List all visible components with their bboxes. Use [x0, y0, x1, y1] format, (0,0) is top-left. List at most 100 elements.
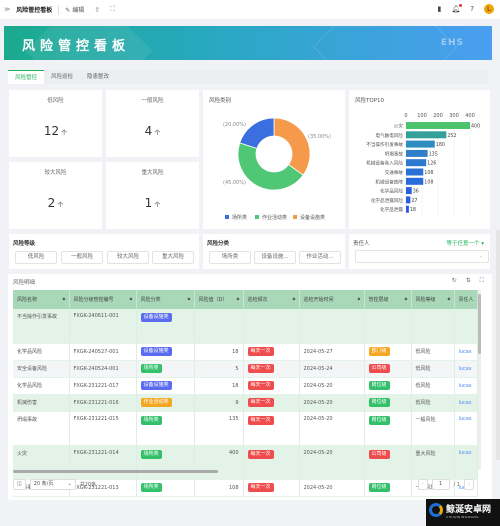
sort-icon[interactable]: ◆ [129, 296, 132, 301]
cell-level [411, 309, 455, 344]
owner-link[interactable]: lucas [459, 416, 472, 422]
prev-page-button[interactable]: ‹ [417, 479, 428, 490]
tab-risk-inspection[interactable]: 风险巡检 [44, 70, 80, 84]
cell-value: 400 [194, 445, 244, 480]
owner-link[interactable]: lucas [459, 349, 472, 355]
filter-option-general[interactable]: 一般风险 [61, 251, 103, 264]
table-horizontal-scrollbar[interactable] [13, 470, 218, 473]
match-mode-dropdown[interactable]: 等于任意一个 ▾ [446, 239, 484, 247]
sort-icon[interactable]: ◆ [357, 296, 360, 301]
filter-option-operation[interactable]: 作业活动... [299, 251, 341, 264]
table-row[interactable]: 化学品风险 FXGK-231221-017 设备设施类 18 每天一次 2024-05-2… [13, 377, 478, 395]
page-input[interactable]: 1 [431, 479, 450, 490]
filter-option-equipment[interactable]: 设备设施... [254, 251, 296, 264]
filter-option-low[interactable]: 低风险 [15, 251, 57, 264]
table-row[interactable]: 坍塌事故 FXGK-231221-015 场所类 135 每天一次 2024-05-20 岗… [13, 411, 478, 446]
cell-owner[interactable]: lucas [454, 394, 478, 412]
table-row[interactable]: 化学品风险 FXGK-240527-001 设备设施类 18 每天一次 2024-05-2… [13, 343, 478, 361]
column-header[interactable]: 管控层级 ◆ [364, 290, 412, 309]
sort-icon[interactable]: ◆ [62, 296, 65, 301]
table-vertical-scrollbar[interactable] [478, 290, 481, 470]
column-header[interactable]: 巡检开始时间 ◆ [299, 290, 365, 309]
tag: 岗位级 [368, 415, 390, 425]
filter-title: 责任人 [353, 241, 370, 247]
table-row[interactable]: 火灾 FXGK-231221-014 场所类 400 每天一次 2024-05-20 公司级… [13, 445, 478, 480]
column-header[interactable]: 风险名称 ◆ [13, 290, 70, 309]
tab-hazard-rectification[interactable]: 隐患整改 [80, 70, 116, 84]
edit-button[interactable]: ✎ 编辑 [65, 5, 84, 14]
bar-value-label: 36 [413, 189, 419, 195]
cell-value: 18 [194, 343, 244, 361]
owner-filter: 责任人 等于任意一个 ▾ ⌄ [349, 234, 490, 269]
table-row[interactable]: 安全设备风险 FXGK-240524-001 场所类 5 每天一次 2024-05-24 公… [13, 360, 478, 378]
cell-freq: 每天一次 [243, 377, 300, 395]
owner-link[interactable]: lucas [459, 366, 472, 372]
notification-icon[interactable]: 🔔︎ [451, 4, 463, 13]
expand-sidebar-icon[interactable]: ≫ [4, 6, 10, 13]
stat-card-major: 较大风险 2个 [9, 162, 102, 229]
tag: 部门级 [368, 347, 390, 356]
bar-value-label: 135 [429, 151, 438, 157]
stat-label: 低风险 [47, 98, 64, 104]
sort-icon[interactable]: ◆ [187, 296, 190, 301]
filter-title: 风险分类 [207, 241, 230, 247]
owner-link[interactable]: lucas [459, 383, 472, 389]
cell-owner[interactable]: lucas [454, 377, 478, 395]
owner-link[interactable]: lucas [459, 400, 472, 406]
table-body: 不当操作引发事故 FXGK-240611-001 设备设施类 化学品风险 FXGK-24… [13, 309, 478, 497]
cell-owner[interactable]: lucas [454, 411, 478, 446]
tab-risk-control[interactable]: 风险管控 [8, 70, 45, 84]
cell-value: 9 [194, 394, 244, 412]
cell-start: 2024-05-24 [299, 360, 365, 378]
column-header[interactable]: 风险分级管控编号 ◆ [69, 290, 137, 309]
cell-code: FXGK-240527-001 [69, 343, 137, 361]
cell-start: 2024-05-20 [299, 445, 365, 480]
fullscreen-icon[interactable]: ⛶ [480, 277, 484, 285]
cell-value: 135 [194, 411, 244, 446]
book-icon[interactable]: ▮ [438, 5, 442, 13]
sort-icon[interactable]: ◆ [447, 296, 450, 301]
sort-icon[interactable]: ◆ [404, 296, 407, 301]
tag: 每天一次 [247, 347, 274, 356]
cell-cat: 场所类 [136, 411, 195, 446]
cell-owner[interactable] [454, 309, 478, 344]
bar-value-label: 252 [447, 133, 456, 139]
chevron-down-icon: ⌄ [478, 253, 483, 259]
column-header[interactable]: 风险分类 ◆ [136, 290, 195, 309]
next-page-button[interactable]: › [464, 479, 474, 490]
cell-owner[interactable]: lucas [454, 343, 478, 361]
tag: 每天一次 [247, 449, 274, 459]
help-icon[interactable]: ? [470, 5, 474, 13]
cell-owner[interactable]: lucas [454, 360, 478, 378]
avatar[interactable]: L [484, 4, 494, 14]
column-toggle-button[interactable]: ◫ [13, 479, 26, 490]
owner-select[interactable]: ⌄ [355, 250, 489, 263]
column-header[interactable]: 责任人 [454, 290, 478, 309]
refresh-icon[interactable]: ↻ [452, 277, 457, 285]
bar-value-label: 108 [424, 170, 433, 176]
table-row[interactable]: 不当操作引发事故 FXGK-240611-001 设备设施类 [13, 309, 478, 344]
x-tick-label: 300 [449, 113, 459, 119]
page-size-select[interactable]: 20 条/页 ⌄ [29, 479, 76, 490]
sort-icon[interactable]: ◆ [236, 296, 239, 301]
cell-level: 低风险 [411, 377, 455, 395]
cell-owner[interactable]: lucas [454, 445, 478, 480]
legend-label: 设备设施类 [300, 214, 325, 221]
cell-level: 一般风险 [411, 411, 455, 446]
banner-title: 风险管控看板 [22, 39, 131, 54]
share-icon[interactable]: ⇪ [94, 6, 100, 14]
column-header[interactable]: 风险值（D） ◆ [194, 290, 244, 309]
column-header[interactable]: 巡检频次 ◆ [243, 290, 300, 309]
page-scrollbar[interactable] [496, 230, 500, 460]
filter-option-critical[interactable]: 重大风险 [152, 251, 194, 264]
column-header[interactable]: 风险等级 ◆ [411, 290, 455, 309]
column-settings-icon[interactable]: ⇅ [466, 277, 471, 285]
bar [406, 122, 470, 129]
owner-link[interactable]: lucas [459, 450, 472, 456]
table-row[interactable]: 机械伤害 FXGK-231221-016 作业活动类 9 每天一次 2024-05-20 岗… [13, 394, 478, 412]
cell-ctrl: 岗位级 [364, 394, 412, 412]
filter-option-site[interactable]: 场所类 [209, 251, 251, 264]
filter-option-major[interactable]: 较大风险 [107, 251, 149, 264]
sort-icon[interactable]: ◆ [292, 296, 295, 301]
fullscreen-icon[interactable]: ⛶ [110, 5, 115, 14]
